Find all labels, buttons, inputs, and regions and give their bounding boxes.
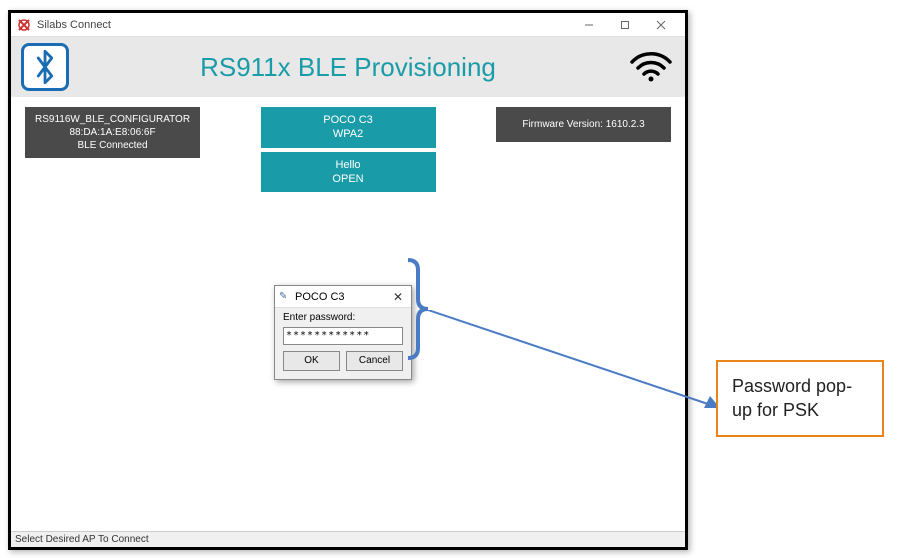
ap-item[interactable]: POCO C3 WPA2	[261, 107, 436, 148]
callout-box: Password pop-up for PSK	[716, 360, 884, 437]
wifi-icon	[627, 43, 675, 91]
popup-title: POCO C3	[295, 291, 345, 303]
popup-close-button[interactable]: ✕	[389, 290, 407, 304]
ap-item[interactable]: Hello OPEN	[261, 152, 436, 193]
app-icon	[17, 18, 31, 32]
device-status: BLE Connected	[35, 139, 190, 152]
firmware-text: Firmware Version: 1610.2.3	[522, 119, 644, 130]
maximize-button[interactable]	[607, 14, 643, 36]
minimize-button[interactable]	[571, 14, 607, 36]
close-button[interactable]	[643, 14, 679, 36]
device-info-box: RS9116W_BLE_CONFIGURATOR 88:DA:1A:E8:06:…	[25, 107, 200, 158]
firmware-box: Firmware Version: 1610.2.3	[496, 107, 671, 142]
feather-icon: ✎	[279, 291, 291, 303]
ap-list: POCO C3 WPA2 Hello OPEN	[261, 107, 436, 192]
cancel-button[interactable]: Cancel	[346, 351, 403, 371]
status-bar: Select Desired AP To Connect	[11, 531, 685, 547]
password-popup: ✎ POCO C3 ✕ Enter password: OK Cancel	[274, 285, 412, 380]
popup-titlebar: ✎ POCO C3 ✕	[275, 286, 411, 308]
status-text: Select Desired AP To Connect	[15, 534, 149, 545]
device-mac: 88:DA:1A:E8:06:6F	[35, 126, 190, 139]
titlebar-text: Silabs Connect	[37, 19, 111, 31]
device-name: RS9116W_BLE_CONFIGURATOR	[35, 113, 190, 126]
callout-text: Password pop-up for PSK	[732, 376, 852, 420]
page-title: RS911x BLE Provisioning	[69, 52, 627, 83]
titlebar: Silabs Connect	[11, 13, 685, 37]
ap-ssid: POCO C3	[281, 113, 416, 127]
ap-security: OPEN	[281, 172, 416, 186]
popup-body: Enter password: OK Cancel	[275, 308, 411, 379]
header-band: RS911x BLE Provisioning	[11, 37, 685, 97]
content-row: RS9116W_BLE_CONFIGURATOR 88:DA:1A:E8:06:…	[11, 97, 685, 192]
app-window: Silabs Connect RS911x BLE Provisioning	[8, 10, 688, 550]
ap-ssid: Hello	[281, 158, 416, 172]
ap-security: WPA2	[281, 127, 416, 141]
ok-button[interactable]: OK	[283, 351, 340, 371]
password-label: Enter password:	[283, 312, 403, 323]
password-input[interactable]	[283, 327, 403, 345]
bracket-annotation	[408, 256, 428, 362]
bluetooth-icon	[21, 43, 69, 91]
